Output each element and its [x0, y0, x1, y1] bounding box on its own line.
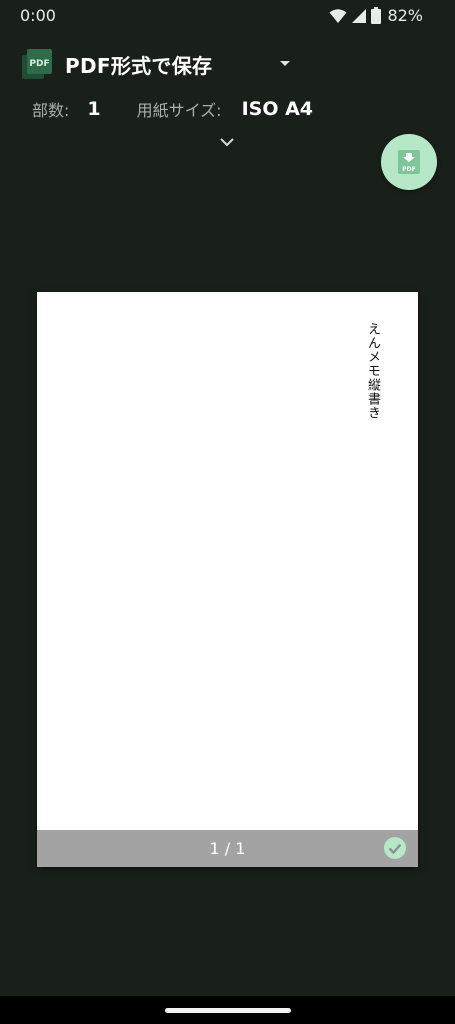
dropdown-arrow-icon[interactable]	[272, 54, 298, 74]
wifi-icon	[329, 8, 347, 23]
paper-size-label: 用紙サイズ:	[136, 101, 222, 120]
pdf-icon-label: PDF	[402, 166, 415, 173]
chevron-down-icon[interactable]	[216, 134, 238, 150]
home-indicator[interactable]	[165, 1008, 291, 1013]
paper-size-value: ISO A4	[241, 98, 314, 120]
battery-icon	[371, 7, 382, 24]
status-time: 0:00	[20, 6, 56, 25]
battery-percent: 82%	[387, 6, 423, 25]
print-preview-screen: 0:00 82% PDF PDF形式で保存 部数: 1 用紙サイズ: ISO A…	[0, 0, 455, 1024]
page-preview[interactable]: えんメモ縦書き 1 / 1	[37, 292, 418, 867]
printer-selector[interactable]: PDF PDF形式で保存	[20, 44, 310, 84]
cell-signal-icon	[352, 8, 367, 23]
page-number: 1 / 1	[209, 839, 246, 858]
copies-value: 1	[87, 98, 101, 120]
printer-name: PDF形式で保存	[65, 53, 213, 78]
svg-text:PDF: PDF	[29, 59, 49, 69]
copies-label: 部数:	[32, 101, 70, 120]
page-footer: 1 / 1	[37, 830, 418, 867]
status-bar: 0:00 82%	[0, 0, 455, 32]
pdf-download-icon: PDF	[398, 150, 420, 174]
page-content-text: えんメモ縦書き	[365, 322, 380, 420]
pdf-icon: PDF	[20, 47, 54, 81]
status-icons: 82%	[329, 6, 423, 25]
navigation-bar	[0, 996, 455, 1024]
check-circle-icon[interactable]	[383, 836, 407, 860]
save-pdf-button[interactable]: PDF	[381, 134, 437, 190]
print-options-summary[interactable]: 部数: 1 用紙サイズ: ISO A4	[32, 94, 313, 124]
